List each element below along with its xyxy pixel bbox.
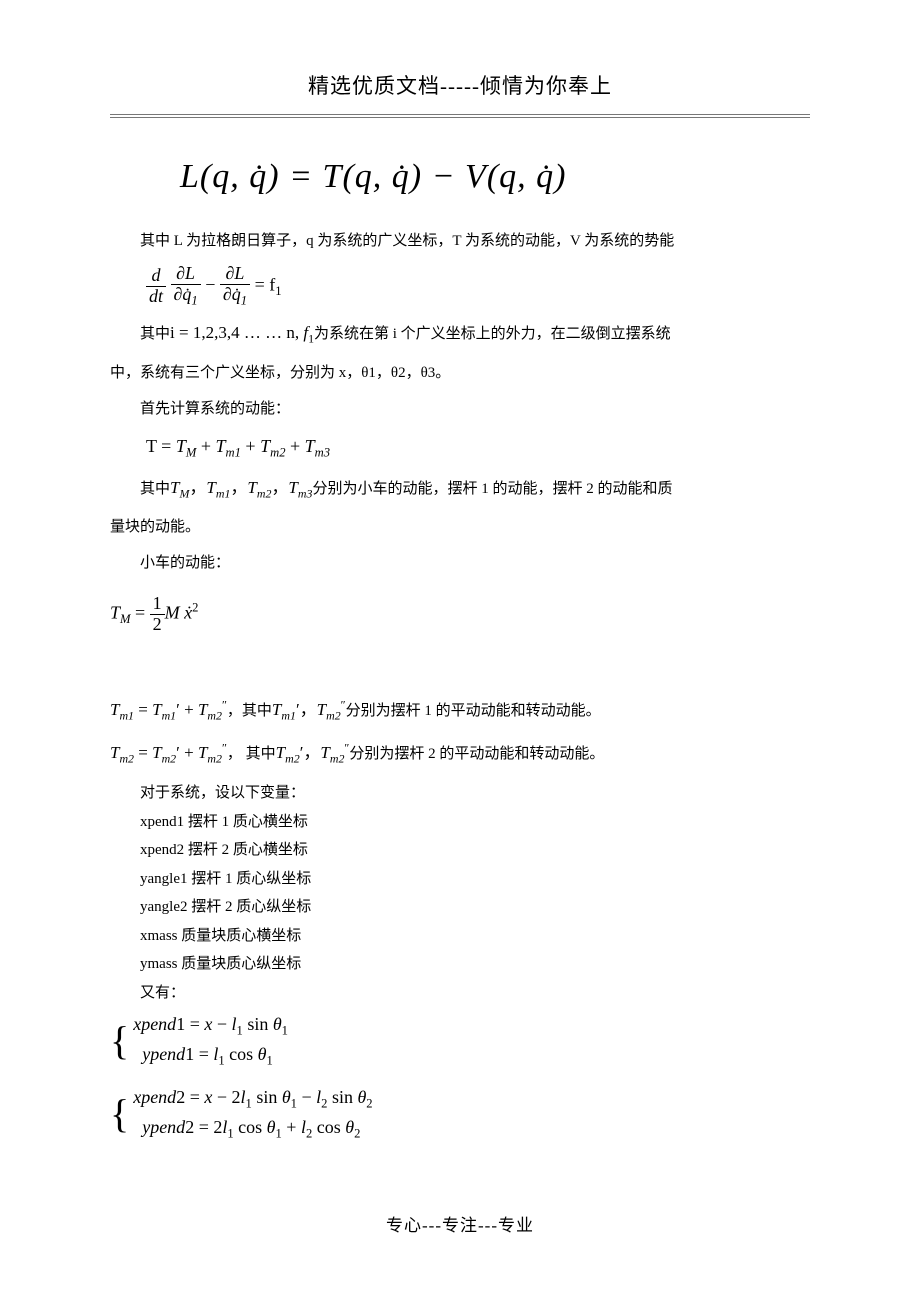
paragraph-kinetic-intro: 首先计算系统的动能： <box>110 394 810 424</box>
var-xpend2: xpend2 摆杆 2 质心横坐标 <box>140 836 810 865</box>
paragraph-T-desc-1: 其中TM，Tm1，Tm2，Tm3分别为小车的动能，摆杆 1 的动能，摆杆 2 的… <box>110 469 810 507</box>
eq-T-sum: T = TM + Tm1 + Tm2 + Tm3 <box>146 432 810 463</box>
header-rule-bottom <box>110 117 810 118</box>
paragraph-indices: 其中i = 1,2,3,4 … … n, f1为系统在第 i 个广义坐标上的外力… <box>110 314 810 352</box>
paragraph-vars-intro: 对于系统，设以下变量： <box>110 778 810 808</box>
eq-pend2-system: { xpend2 = x − 2l1 sin θ1 − l2 sin θ2 yp… <box>110 1084 810 1143</box>
paragraph-cart-ke: 小车的动能： <box>110 548 810 578</box>
paragraph-coords: 中，系统有三个广义坐标，分别为 x，θ1，θ2，θ3。 <box>110 358 810 388</box>
eq-TM: TM = 12M ẋ2 <box>110 594 810 635</box>
variable-list: xpend1 摆杆 1 质心横坐标 xpend2 摆杆 2 质心横坐标 yang… <box>140 808 810 1008</box>
var-yangle2: yangle2 摆杆 2 质心纵坐标 <box>140 893 810 922</box>
header-rule-top <box>110 114 810 115</box>
var-xpend1: xpend1 摆杆 1 质心横坐标 <box>140 808 810 837</box>
var-ymass: ymass 质量块质心纵坐标 <box>140 950 810 979</box>
eq-Tm2-line: Tm2 = Tm2′ + Tm2″， 其中Tm2′，Tm2″分别为摆杆 2 的平… <box>110 734 810 772</box>
eq-lagrangian: L(q, q̇) = T(q, q̇) − V(q, q̇) <box>180 158 810 196</box>
paragraph-T-desc-2: 量块的动能。 <box>110 512 810 542</box>
var-xmass: xmass 质量块质心横坐标 <box>140 922 810 951</box>
eq-pend1-system: { xpend1 = x − l1 sin θ1 ypend1 = l1 cos… <box>110 1011 810 1070</box>
eq-euler-lagrange: ddt ∂L∂q̇1 − ∂L∂q̇1 = f1 <box>146 264 810 308</box>
paragraph-lagrangian-desc: 其中 L 为拉格朗日算子，q 为系统的广义坐标，T 为系统的动能，V 为系统的势… <box>110 226 810 256</box>
var-yangle1: yangle1 摆杆 1 质心纵坐标 <box>140 865 810 894</box>
page-header: 精选优质文档-----倾情为你奉上 <box>110 70 810 108</box>
page-footer: 专心---专注---专业 <box>0 1211 920 1236</box>
text-also: 又有： <box>140 979 810 1008</box>
eq-Tm1-line: Tm1 = Tm1′ + Tm2″，其中Tm1′，Tm2″分别为摆杆 1 的平动… <box>110 691 810 729</box>
